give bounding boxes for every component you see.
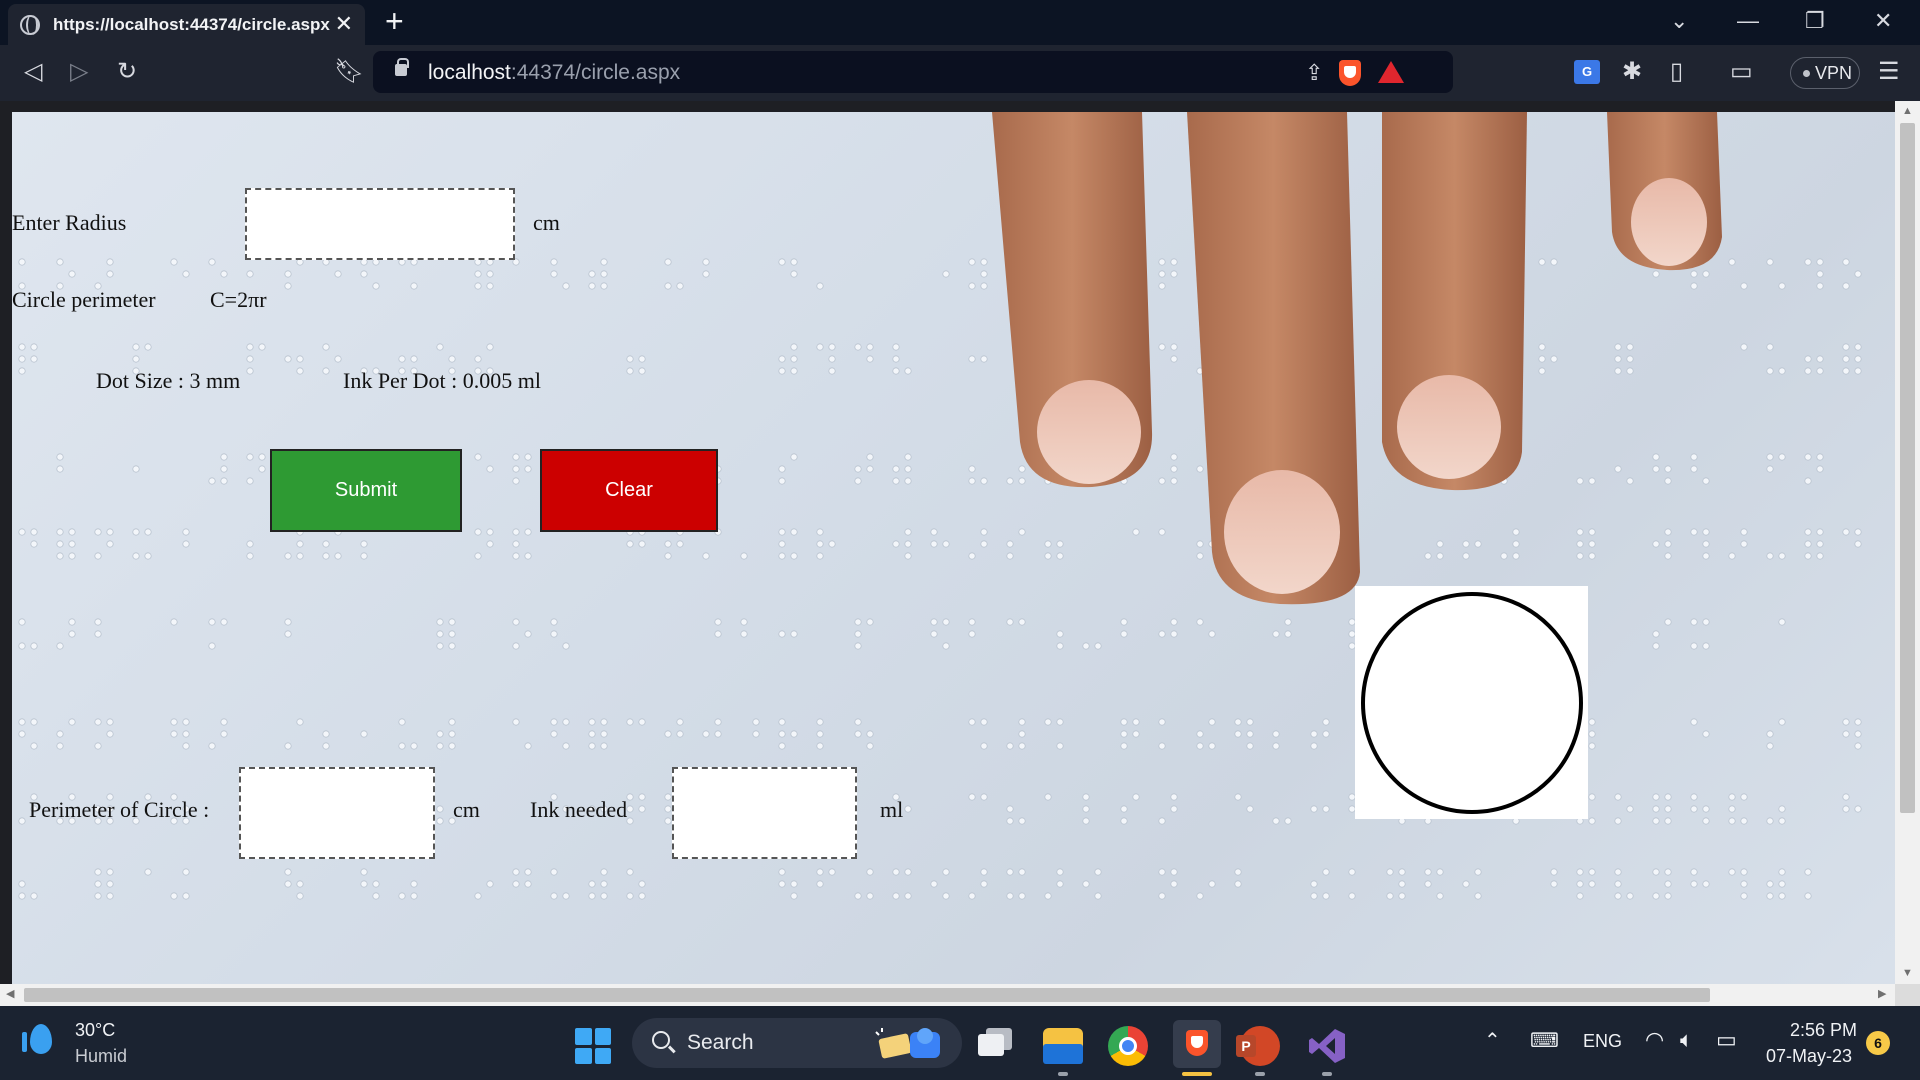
globe-icon xyxy=(20,15,40,35)
radius-input[interactable] xyxy=(245,188,515,260)
forward-icon[interactable]: ▷ xyxy=(70,59,88,85)
language-indicator[interactable]: ENG xyxy=(1583,1031,1622,1052)
perimeter-result-field[interactable] xyxy=(239,767,435,859)
chrome-icon[interactable] xyxy=(1108,1026,1148,1066)
tab-close-icon[interactable]: ✕ xyxy=(335,11,353,37)
scroll-left-icon[interactable]: ◀ xyxy=(6,987,14,1000)
weather-icon[interactable] xyxy=(22,1024,52,1054)
file-explorer-icon[interactable] xyxy=(1043,1028,1083,1064)
bookmark-icon[interactable]: 🔖︎ xyxy=(334,59,364,85)
page-viewport: Enter Radius cm Circle perimeter C=2πr D… xyxy=(12,112,1895,984)
circle-perimeter-label: Circle perimeter xyxy=(12,287,156,312)
back-icon[interactable]: ◁ xyxy=(24,59,42,85)
clock-date[interactable]: 07-May-23 xyxy=(1766,1046,1852,1067)
search-highlight-icon xyxy=(875,1028,940,1059)
temperature-text[interactable]: 30°C xyxy=(75,1020,115,1041)
scroll-right-icon[interactable]: ▶ xyxy=(1878,987,1886,1000)
task-view-icon[interactable] xyxy=(978,1028,1014,1058)
windows-taskbar: 30°C Humid Search P ⌃ ⌨ ENG ◠ 🔈︎ ▭ 2:56 … xyxy=(0,1006,1920,1080)
scroll-down-icon[interactable]: ▼ xyxy=(1902,967,1913,979)
active-tab[interactable]: https://localhost:44374/circle.aspx ✕ xyxy=(8,4,365,45)
brave-taskbar-button[interactable] xyxy=(1173,1020,1221,1068)
perimeter-result-label: Perimeter of Circle : xyxy=(29,797,210,822)
volume-icon[interactable]: 🔈︎ xyxy=(1680,1027,1693,1053)
circle-shape xyxy=(1361,592,1583,814)
taskbar-search[interactable]: Search xyxy=(632,1018,962,1068)
menu-icon[interactable]: ☰ xyxy=(1878,59,1900,85)
tab-search-chevron-icon[interactable]: ⌄ xyxy=(1670,8,1688,34)
weather-text[interactable]: Humid xyxy=(75,1046,127,1067)
notification-badge[interactable]: 6 xyxy=(1866,1031,1890,1055)
clock-time[interactable]: 2:56 PM xyxy=(1790,1020,1857,1041)
horizontal-scroll-thumb[interactable] xyxy=(24,988,1710,1002)
perimeter-result-unit: cm xyxy=(453,797,480,822)
vertical-scrollbar[interactable]: ▲ ▼ xyxy=(1895,101,1920,984)
brave-rewards-icon[interactable] xyxy=(1378,61,1404,83)
restore-icon[interactable]: ❐ xyxy=(1805,8,1825,34)
submit-button[interactable]: Submit xyxy=(270,449,462,532)
ink-needed-label: Ink needed xyxy=(530,797,628,822)
tab-title: https://localhost:44374/circle.aspx xyxy=(53,15,330,34)
minimize-icon[interactable]: — xyxy=(1737,8,1759,34)
start-windows-icon[interactable] xyxy=(575,1028,611,1064)
powerpoint-icon[interactable]: P xyxy=(1236,1026,1280,1066)
radius-label: Enter Radius xyxy=(12,210,127,235)
lock-icon[interactable] xyxy=(395,58,409,76)
url-text[interactable]: localhost:44374/circle.aspx xyxy=(428,61,680,85)
ink-needed-unit: ml xyxy=(880,797,904,822)
browser-toolbar: ◁ ▷ ↻ 🔖︎ localhost:44374/circle.aspx ⇪ G… xyxy=(0,45,1920,101)
search-label: Search xyxy=(687,1031,754,1054)
extensions-icon[interactable]: ✱ xyxy=(1622,59,1642,85)
new-tab-button[interactable]: + xyxy=(385,3,404,40)
wifi-icon[interactable]: ◠ xyxy=(1645,1027,1664,1053)
scrollbar-corner xyxy=(1895,984,1920,1006)
brave-shields-icon[interactable] xyxy=(1339,60,1361,86)
browser-tab-bar: https://localhost:44374/circle.aspx ✕ + … xyxy=(0,0,1920,45)
ink-per-dot-label: Ink Per Dot : 0.005 ml xyxy=(343,368,541,393)
battery-icon[interactable]: ▭ xyxy=(1716,1027,1737,1053)
window-close-icon[interactable]: ✕ xyxy=(1874,8,1892,34)
reload-icon[interactable]: ↻ xyxy=(117,59,137,85)
vpn-button[interactable]: VPN xyxy=(1790,57,1860,89)
brave-icon xyxy=(1186,1030,1208,1056)
address-bar[interactable]: localhost:44374/circle.aspx ⇪ xyxy=(373,51,1453,93)
clear-button[interactable]: Clear xyxy=(540,449,718,532)
dot-size-label: Dot Size : 3 mm xyxy=(96,368,241,393)
vertical-scroll-thumb[interactable] xyxy=(1900,123,1915,813)
scroll-up-icon[interactable]: ▲ xyxy=(1902,105,1913,117)
keyboard-icon[interactable]: ⌨ xyxy=(1530,1028,1559,1053)
sidebar-icon[interactable]: ▯ xyxy=(1670,59,1683,85)
visual-studio-icon[interactable] xyxy=(1307,1026,1347,1066)
share-icon[interactable]: ⇪ xyxy=(1305,60,1323,86)
horizontal-scrollbar[interactable]: ◀ ▶ xyxy=(0,984,1895,1006)
wallet-icon[interactable]: ▭ xyxy=(1730,59,1753,85)
radius-unit: cm xyxy=(533,210,560,235)
perimeter-formula: C=2πr xyxy=(210,287,267,312)
circle-drawing-panel xyxy=(1355,586,1588,819)
search-icon xyxy=(652,1031,670,1049)
translate-icon[interactable]: G xyxy=(1574,60,1600,84)
ink-needed-field[interactable] xyxy=(672,767,857,859)
show-hidden-icons-chevron-icon[interactable]: ⌃ xyxy=(1484,1028,1501,1053)
